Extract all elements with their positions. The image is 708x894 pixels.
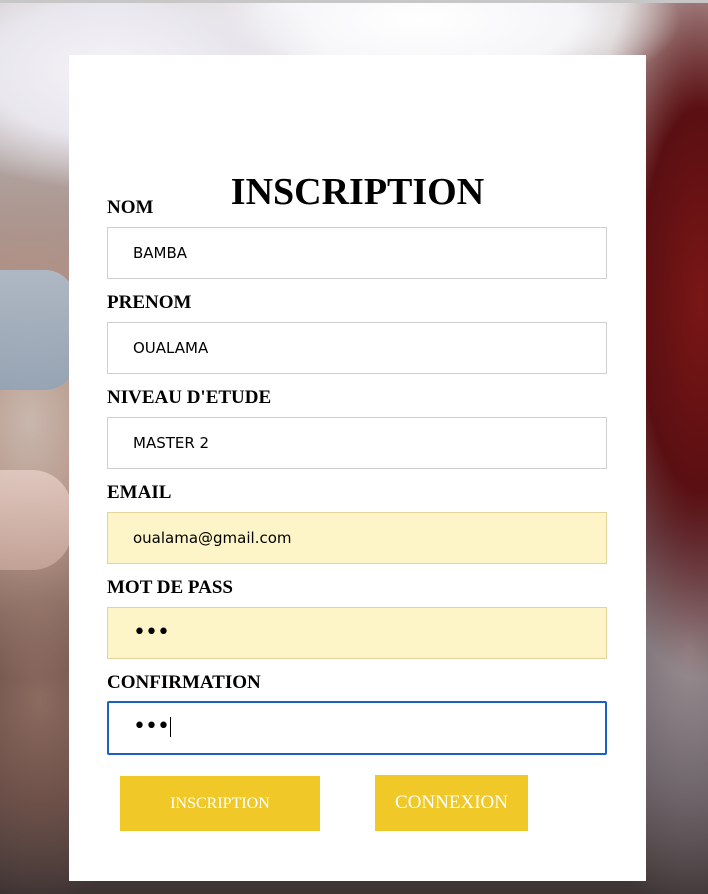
prenom-label: PRENOM bbox=[107, 292, 192, 313]
inscription-button[interactable]: INSCRIPTION bbox=[120, 776, 320, 831]
text-cursor bbox=[169, 716, 171, 737]
niveau-etude-input[interactable]: MASTER 2 bbox=[107, 417, 607, 469]
background-decoration bbox=[0, 270, 75, 390]
background-decoration bbox=[0, 470, 72, 570]
email-input[interactable]: oualama@gmail.com bbox=[107, 512, 607, 564]
niveau-etude-label: NIVEAU D'ETUDE bbox=[107, 387, 272, 408]
form-title: INSCRIPTION bbox=[230, 171, 485, 213]
password-value: ••• bbox=[133, 620, 170, 645]
email-label: EMAIL bbox=[107, 482, 172, 503]
confirmation-label: CONFIRMATION bbox=[107, 672, 261, 693]
password-label: MOT DE PASS bbox=[107, 577, 233, 598]
prenom-value: OUALAMA bbox=[133, 339, 209, 357]
confirmation-value: ••• bbox=[133, 714, 170, 739]
nom-value: BAMBA bbox=[133, 244, 188, 262]
password-input[interactable]: ••• bbox=[107, 607, 607, 659]
niveau-etude-value: MASTER 2 bbox=[133, 434, 210, 452]
confirmation-input[interactable]: ••• bbox=[107, 701, 607, 755]
top-border bbox=[0, 0, 708, 3]
nom-input[interactable]: BAMBA bbox=[107, 227, 607, 279]
nom-label: NOM bbox=[107, 197, 154, 218]
connexion-button[interactable]: CONNEXION bbox=[375, 775, 528, 831]
email-value: oualama@gmail.com bbox=[133, 529, 292, 547]
registration-card: INSCRIPTION NOM BAMBA PRENOM OUALAMA NIV… bbox=[69, 55, 646, 881]
prenom-input[interactable]: OUALAMA bbox=[107, 322, 607, 374]
